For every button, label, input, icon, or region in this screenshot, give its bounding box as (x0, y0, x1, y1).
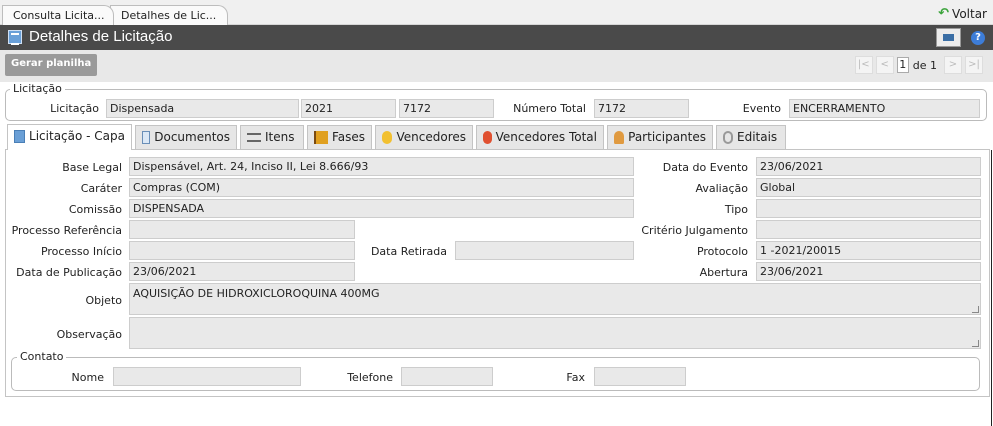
flag-icon (314, 131, 328, 144)
licitacao-tipo-field[interactable]: Dispensada (106, 99, 299, 118)
licitacao-label: Licitação (50, 102, 99, 115)
tab-vencedores-total-label: Vencedores Total (495, 130, 597, 144)
tab-editais[interactable]: Editais (716, 125, 786, 149)
trophy-red-icon (483, 131, 492, 144)
tipo-label: Tipo (724, 203, 748, 216)
numero-total-label: Número Total (513, 102, 586, 115)
protocolo-field[interactable]: 1 -2021/20015 (756, 241, 981, 260)
contato-legend: Contato (17, 350, 67, 363)
last-page-icon[interactable]: >| (965, 56, 983, 74)
tab-vencedores-label: Vencedores (396, 130, 466, 144)
data-publicacao-field[interactable]: 23/06/2021 (129, 262, 355, 281)
tab-participantes[interactable]: Participantes (607, 125, 713, 149)
toolbar: Gerar planilha |< < 1 de 1 > >| (0, 50, 993, 82)
evento-label: Evento (742, 102, 781, 115)
tab-itens-label: Itens (265, 130, 295, 144)
telefone-field[interactable] (401, 367, 493, 386)
first-page-icon[interactable]: |< (854, 56, 873, 74)
tab-licitacao-capa-label: Licitação - Capa (29, 129, 125, 143)
criterio-julgamento-field[interactable] (756, 220, 981, 239)
tab-documentos[interactable]: Documentos (135, 125, 237, 149)
numero-total-field[interactable]: 7172 (594, 99, 689, 118)
observacao-label: Observação (56, 328, 122, 341)
comissao-field[interactable]: DISPENSADA (129, 199, 634, 218)
abertura-field[interactable]: 23/06/2021 (756, 262, 981, 281)
fax-field[interactable] (594, 367, 686, 386)
data-evento-field[interactable]: 23/06/2021 (756, 157, 981, 176)
pager: |< < 1 de 1 > >| (854, 56, 983, 74)
processo-inicio-label: Processo Início (40, 245, 122, 258)
next-page-icon[interactable]: > (944, 56, 962, 74)
breadcrumb-detalhes[interactable]: Detalhes de Lic... (110, 5, 228, 25)
carater-label: Caráter (80, 182, 122, 195)
help-icon[interactable]: ? (971, 31, 985, 45)
evento-field[interactable]: ENCERRAMENTO (789, 99, 980, 118)
breadcrumb-detalhes-label: Detalhes de Lic... (121, 9, 217, 22)
prev-page-icon[interactable]: < (875, 56, 894, 74)
table-icon (14, 130, 26, 143)
protocolo-label: Protocolo (696, 245, 748, 258)
abertura-label: Abertura (699, 266, 748, 279)
base-legal-field[interactable]: Dispensável, Art. 24, Inciso II, Lei 8.6… (129, 157, 634, 176)
paperclip-icon (723, 131, 733, 144)
users-icon (614, 131, 625, 144)
processo-referencia-field[interactable] (129, 220, 355, 239)
data-retirada-label: Data Retirada (370, 245, 447, 258)
gerar-planilha-button[interactable]: Gerar planilha (5, 54, 98, 76)
card-view-button[interactable] (936, 28, 961, 47)
voltar-button[interactable]: ↶ Voltar (938, 6, 987, 21)
data-retirada-field[interactable] (455, 241, 634, 260)
licitacao-legend: Licitação (10, 82, 65, 95)
comissao-label: Comissão (68, 203, 122, 216)
tab-fases[interactable]: Fases (307, 125, 372, 149)
trophy-icon (382, 131, 393, 144)
licitacao-ano-field[interactable]: 2021 (301, 99, 396, 118)
breadcrumb-consulta-label: Consulta Licita... (13, 9, 105, 22)
nome-label: Nome (71, 371, 104, 384)
avaliacao-field[interactable]: Global (756, 178, 981, 197)
documents-icon (142, 131, 151, 144)
avaliacao-label: Avaliação (695, 182, 748, 195)
list-icon (247, 133, 261, 142)
observacao-textarea[interactable] (129, 317, 981, 349)
title-bar: Detalhes de Licitação ? (0, 25, 993, 50)
back-arrow-icon: ↶ (938, 6, 950, 21)
objeto-label: Objeto (85, 294, 122, 307)
tab-documentos-label: Documentos (154, 130, 230, 144)
breadcrumb-consulta[interactable]: Consulta Licita... (2, 5, 114, 25)
tab-vencedores-total[interactable]: Vencedores Total (476, 125, 604, 149)
divider (991, 150, 992, 426)
voltar-label: Voltar (952, 6, 987, 21)
tab-itens[interactable]: Itens (240, 125, 304, 149)
page-count: de 1 (912, 58, 937, 72)
page-number-input[interactable]: 1 (896, 57, 909, 73)
data-evento-label: Data do Evento (662, 161, 748, 174)
data-publicacao-label: Data de Publicação (16, 266, 122, 279)
table-icon (8, 30, 22, 45)
page-title: Detalhes de Licitação (29, 28, 173, 45)
licitacao-numero-field[interactable]: 7172 (399, 99, 494, 118)
tab-fases-label: Fases (331, 130, 365, 144)
tab-participantes-label: Participantes (628, 130, 706, 144)
tab-licitacao-capa[interactable]: Licitação - Capa (7, 124, 132, 150)
criterio-julgamento-label: Critério Julgamento (641, 224, 748, 237)
tab-editais-label: Editais (737, 130, 778, 144)
nome-field[interactable] (113, 367, 301, 386)
objeto-textarea[interactable]: AQUISIÇÃO DE HIDROXICLOROQUINA 400MG (129, 283, 981, 315)
tipo-field[interactable] (756, 199, 981, 218)
telefone-label: Telefone (347, 371, 393, 384)
processo-referencia-label: Processo Referência (11, 224, 122, 237)
processo-inicio-field[interactable] (129, 241, 355, 260)
base-legal-label: Base Legal (62, 161, 122, 174)
breadcrumb: Detalhes de Lic... Consulta Licita... ↶ … (0, 0, 993, 25)
carater-field[interactable]: Compras (COM) (129, 178, 634, 197)
fax-label: Fax (566, 371, 585, 384)
tab-vencedores[interactable]: Vencedores (375, 125, 473, 149)
